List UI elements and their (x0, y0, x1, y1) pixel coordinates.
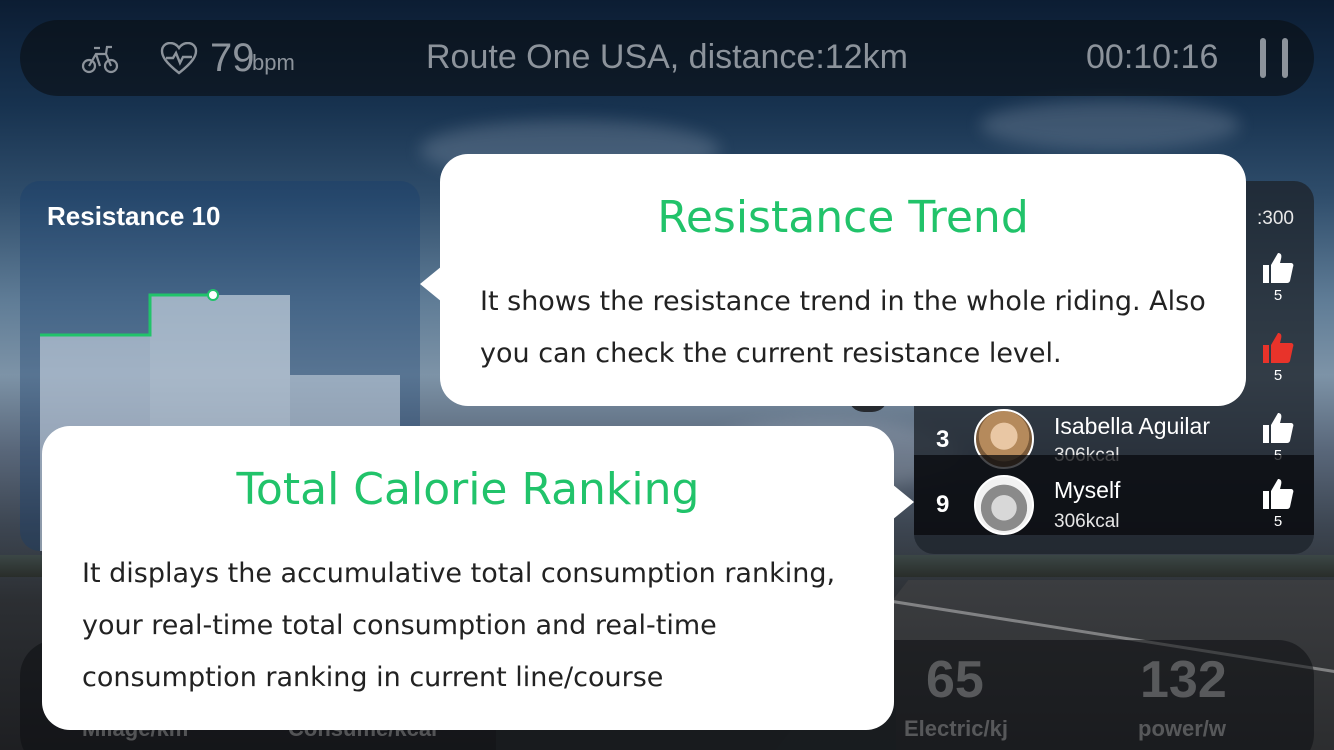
tooltip-body: It displays the accumulative total consu… (82, 558, 836, 693)
like-count: 5 (1273, 367, 1283, 384)
tooltip-title: Total Calorie Ranking (236, 464, 700, 515)
like-count: 5 (1273, 513, 1283, 530)
ranking-total: :300 (1257, 208, 1294, 229)
ride-timer: 00:10:16 (1086, 38, 1219, 76)
rank-user-name: Myself (1054, 477, 1121, 503)
heart-rate-value: 79 (210, 36, 255, 80)
tooltip-body: It shows the resistance trend in the who… (480, 286, 1206, 369)
heart-rate-unit: bpm (252, 50, 295, 75)
stat-label-electric: Electric/kj (904, 716, 1008, 741)
ranking-row-myself: 9 Myself 306kcal 5 (914, 455, 1314, 535)
cloud (980, 100, 1240, 150)
thumbs-up-icon (1263, 413, 1294, 443)
thumbs-up-icon (1263, 479, 1294, 509)
resistance-level-title: Resistance 10 (47, 201, 221, 231)
bike-icon (81, 45, 119, 74)
rank-user-kcal: 306kcal (1054, 511, 1120, 532)
like-button[interactable]: 5 (1258, 251, 1298, 304)
like-button[interactable]: 5 (1258, 331, 1298, 384)
thumbs-up-icon (1263, 253, 1294, 283)
stat-value-power: 132 (1140, 651, 1227, 709)
pause-icon (1282, 38, 1288, 78)
stat-label-power: power/w (1138, 716, 1227, 741)
top-status-bar: 79 bpm Route One USA, distance:12km 00:1… (20, 20, 1314, 96)
calorie-ranking-tooltip: Total Calorie Ranking It displays the ac… (42, 426, 914, 730)
tooltip-title: Resistance Trend (657, 192, 1029, 243)
like-count: 5 (1273, 287, 1283, 304)
resistance-trend-tooltip: Resistance Trend It shows the resistance… (420, 154, 1246, 406)
thumbs-up-icon (1263, 333, 1294, 363)
heart-icon (160, 42, 198, 75)
rank-number: 9 (936, 491, 950, 518)
pause-icon (1260, 38, 1266, 78)
like-button[interactable]: 5 (1258, 477, 1298, 530)
rank-number: 3 (936, 426, 950, 453)
stat-value-electric: 65 (926, 651, 984, 709)
avatar (974, 475, 1034, 535)
pause-button[interactable] (1260, 38, 1294, 78)
rank-user-name: Isabella Aguilar (1054, 413, 1210, 439)
route-info: Route One USA, distance:12km (426, 38, 908, 76)
current-resistance-marker (207, 289, 219, 301)
